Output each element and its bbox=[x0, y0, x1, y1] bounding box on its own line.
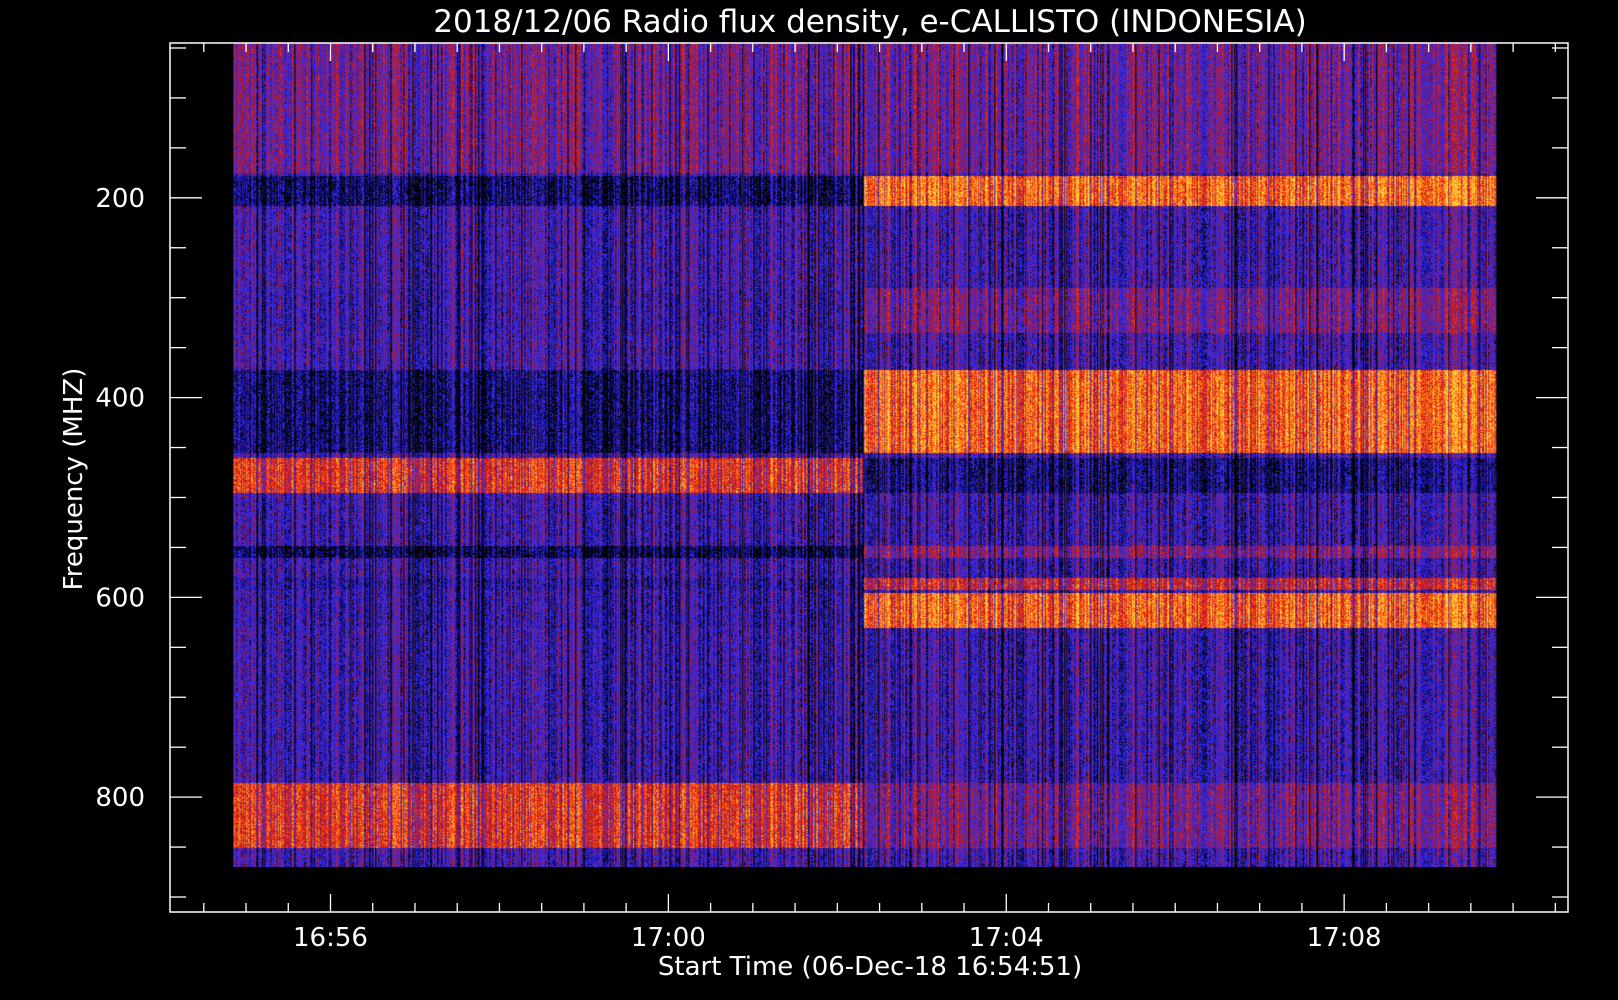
y-tick-label: 200 bbox=[95, 184, 145, 214]
spectrogram-image bbox=[233, 43, 1497, 867]
y-axis-label: Frequency (MHZ) bbox=[59, 368, 89, 591]
spectrogram-heatmap bbox=[233, 43, 1497, 867]
x-axis-label: Start Time (06-Dec-18 16:54:51) bbox=[658, 952, 1082, 982]
y-tick-label: 400 bbox=[95, 384, 145, 414]
y-tick-label: 800 bbox=[95, 783, 145, 813]
y-tick-label: 600 bbox=[95, 583, 145, 613]
x-tick-label: 17:04 bbox=[969, 923, 1044, 953]
chart-title: 2018/12/06 Radio flux density, e-CALLIST… bbox=[433, 4, 1307, 40]
x-tick-label: 17:00 bbox=[631, 923, 706, 953]
x-tick-label: 16:56 bbox=[293, 923, 368, 953]
x-tick-label: 17:08 bbox=[1307, 923, 1382, 953]
chart: 2018/12/06 Radio flux density, e-CALLIST… bbox=[0, 0, 1618, 1000]
